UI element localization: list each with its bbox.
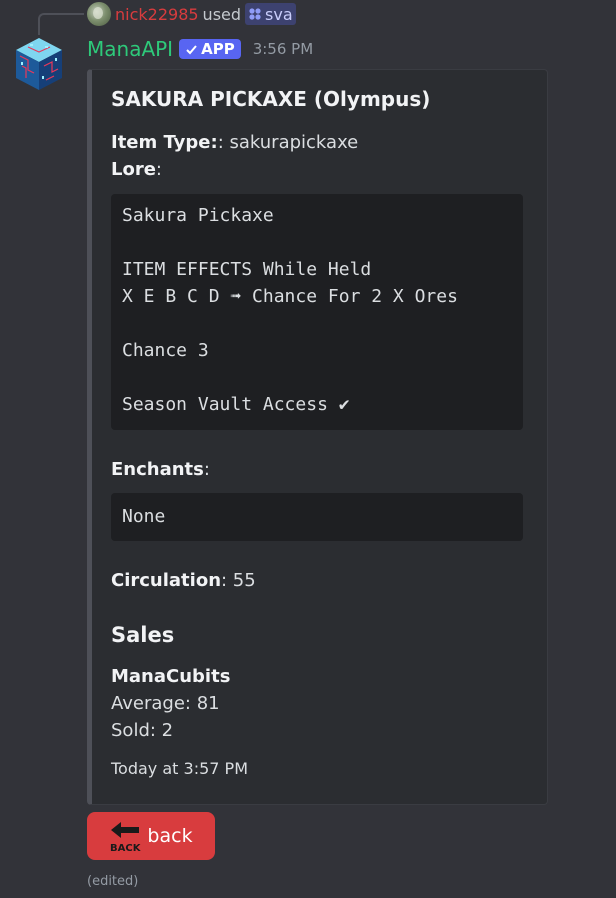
- lore-label: Lore: [111, 159, 156, 180]
- lore-line: Chance 3: [122, 340, 209, 361]
- item-type-field: Item Type:: sakurapickaxe: [111, 132, 358, 153]
- back-arrow-icon: BACK: [110, 822, 142, 853]
- item-type-label: Item Type:: [111, 132, 218, 153]
- circulation-value: : 55: [221, 570, 256, 591]
- lore-colon: :: [155, 159, 162, 180]
- reply-connector: [38, 13, 84, 35]
- app-badge-label: APP: [201, 40, 235, 58]
- embed-title: SAKURA PICKAXE (Olympus): [111, 87, 431, 111]
- lore-line: X E B C D ➟ Chance For 2 X Ores: [122, 286, 458, 307]
- message-timestamp[interactable]: 3:56 PM: [253, 40, 313, 58]
- enchants-codeblock: None: [111, 493, 523, 541]
- embed-footer-timestamp: Today at 3:57 PM: [111, 759, 248, 778]
- message-header: ManaAPI APP 3:56 PM: [87, 36, 313, 62]
- circulation-label: Circulation: [111, 570, 222, 591]
- enchants-colon: :: [203, 459, 210, 480]
- app-command-icon: [249, 8, 261, 20]
- bot-name[interactable]: ManaAPI: [87, 37, 173, 61]
- back-button-label: back: [147, 825, 193, 847]
- lore-field: Lore:: [111, 159, 162, 180]
- sold-count: Sold: 2: [111, 720, 174, 741]
- bot-avatar[interactable]: [12, 36, 66, 92]
- circulation-field: Circulation: 55: [111, 570, 256, 591]
- lore-line: Sakura Pickaxe: [122, 205, 274, 226]
- edited-indicator: (edited): [87, 874, 139, 889]
- currency-name: ManaCubits: [111, 666, 230, 687]
- enchants-label: Enchants: [111, 459, 204, 480]
- reply-user-avatar[interactable]: [87, 2, 111, 26]
- reply-used-text: used: [202, 4, 242, 24]
- command-chip[interactable]: sva: [245, 3, 296, 25]
- verified-check-icon: [186, 44, 197, 54]
- back-icon-text: BACK: [110, 843, 142, 853]
- reply-username[interactable]: nick22985: [115, 5, 199, 24]
- item-type-value: : sakurapickaxe: [217, 132, 359, 153]
- app-badge: APP: [179, 39, 241, 59]
- lore-codeblock: Sakura Pickaxe ITEM EFFECTS While Held X…: [111, 194, 523, 430]
- lore-line: [122, 229, 512, 256]
- lore-line: Season Vault Access ✔: [122, 394, 350, 415]
- command-name: sva: [265, 4, 293, 24]
- enchants-value: None: [122, 506, 166, 527]
- lore-line: [122, 364, 512, 391]
- lore-line: ITEM EFFECTS While Held: [122, 259, 372, 280]
- reply-header: nick22985 used sva: [87, 2, 296, 26]
- back-button[interactable]: BACK back: [87, 812, 215, 860]
- lore-line: [122, 310, 512, 337]
- sales-heading: Sales: [111, 623, 175, 647]
- currency-label: ManaCubits: [111, 666, 231, 687]
- enchants-field: Enchants:: [111, 459, 210, 480]
- average-price: Average: 81: [111, 693, 220, 714]
- item-embed: SAKURA PICKAXE (Olympus) Item Type:: sak…: [87, 69, 548, 805]
